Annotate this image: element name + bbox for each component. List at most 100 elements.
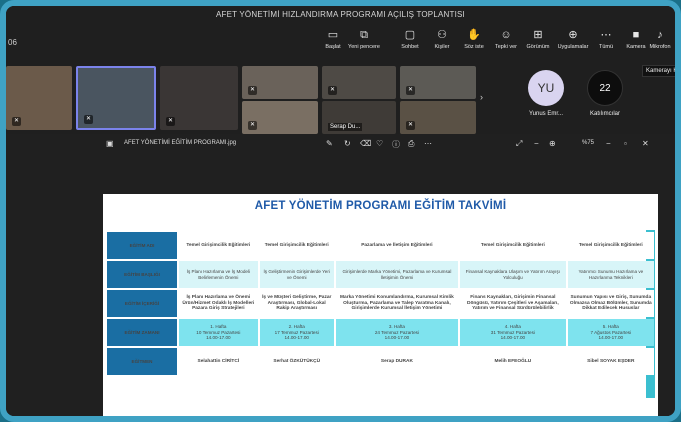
row-header: EĞİTİM ZAMANI [107,319,177,346]
schedule-cell: Finans Kaynakları, Girişimin Finansal Dö… [460,290,566,317]
toolbar-label: Kişiler [434,44,450,50]
schedule-row: EĞİTMEN Selahattin CİRİTCİ Serhat ÖZKÜTÜKÇ… [107,348,654,375]
zoom-level: %75 [582,140,595,146]
schedule-row: EĞİTİM ZAMANI 1. Hafta 10 Temmuz Pazartes… [107,319,654,346]
schedule-cell: 1. Hafta 10 Temmuz Pazartesi 14.00-17.00 [179,319,258,346]
file-name: AFET YÖNETİMİ EĞİTİM PROGRAMI.jpg [124,140,237,146]
schedule-cell: Temel Girişimcilik Eğitimleri [567,232,654,259]
participant-tile[interactable]: ✕ [322,66,396,99]
schedule-cell: Finansal Kaynaklara Ulaşım ve Yatırım Ar… [460,261,566,288]
toolbar-mic-button[interactable]: ♪ Mikrofon [643,28,675,52]
participant-tile[interactable]: ✕ [242,66,318,99]
mic-muted-icon: ✕ [406,86,415,95]
zoom-out-icon[interactable]: − [534,139,539,148]
cast-icon: ▭ [327,29,339,41]
fullscreen-icon[interactable]: ⤢ [516,139,522,149]
toolbar-new-window-button[interactable]: ⧉ Yeni pencere [347,28,381,52]
schedule-cell: İş Geliştirmenin Girişimlerde Yeri ve Ön… [259,261,334,288]
toolbar-label: Tümü [598,44,614,50]
mic-muted-icon: ✕ [248,121,257,130]
schedule-cell: Serap DURAK [335,348,459,375]
mic-muted-icon: ✕ [248,86,257,95]
rotate-icon[interactable]: ↻ [344,139,351,148]
toolbar-raise-hand-button[interactable]: ✋ Söz iste [457,28,491,52]
toolbar-more-button[interactable]: ⋯ Tümü [589,28,623,52]
schedule-cell: 3. Hafta 24 Temmuz Pazartesi 14.00-17.00 [335,319,459,346]
toolbar-label: Başlat [325,44,341,50]
mic-muted-icon: ✕ [84,115,93,124]
info-icon[interactable]: ⓘ [392,139,400,150]
participant-name: Serap Du... [328,123,363,131]
participant-tile-active-speaker[interactable]: ✕ [76,66,156,130]
zoom-in-icon[interactable]: ⊕ [549,139,556,148]
toolbar-chat-button[interactable]: ▢ Sohbet [393,28,427,52]
toolbar-cast-button[interactable]: ▭ Başlat [316,28,350,52]
mic-muted-icon: ✕ [166,117,175,126]
schedule-cell: Sibel SOYAK EŞDER [567,348,654,375]
schedule-cell: İş Planı Hazırlama ve İş Modeli Belirlem… [179,261,258,288]
participant-tile[interactable]: ✕ [242,101,318,134]
raise-hand-icon: ✋ [467,29,481,41]
schedule-cell: Yatırımcı Sunumu Hazırlama ve Hazırlanma… [567,261,654,288]
teams-window: AFET YÖNETİMİ HIZLANDIRMA PROGRAMI AÇILI… [0,0,681,422]
meeting-title: AFET YÖNETİMİ HIZLANDIRMA PROGRAMI AÇILI… [6,6,675,24]
toolbar-label: Tepki ver [494,44,517,50]
more-options-icon[interactable]: ⋯ [424,139,432,148]
schedule-image: AFET YÖNETİM PROGRAMI EĞİTİM TAKVİMİ EĞİ… [103,194,658,416]
chat-icon: ▢ [404,29,416,41]
schedule-cell: İş Planı Hazırlama ve Önemi Ürün/Hizmet … [179,290,258,317]
schedule-cell: İş ve Müşteri Geliştirme, Pazar Araştırm… [259,290,334,317]
schedule-cell: Temel Girişimcilik Eğitimleri [259,232,334,259]
participant-tile[interactable]: Serap Du... [322,101,396,134]
row-header: EĞİTİM BAŞLIĞI [107,261,177,288]
print-icon[interactable]: ⎙ [408,139,414,149]
image-file-icon: ▣ [106,139,114,148]
toolbar-label: Sohbet [401,44,419,50]
avatar: YU [528,70,564,106]
participants-count-tile[interactable]: 22 Katılımcılar [570,66,640,130]
close-icon[interactable]: ✕ [642,139,649,148]
mic-icon: ♪ [657,29,663,41]
toolbar-label: Uygulamalar [557,44,589,50]
edit-icon[interactable]: ✎ [326,139,333,148]
gallery-next-icon[interactable]: › [480,92,483,102]
react-icon: ☺ [500,29,512,41]
toolbar-label: Görünüm [526,44,550,50]
row-header: EĞİTİM İÇERİĞİ [107,290,177,317]
schedule-row: EĞİTİM ADI Temel Girişimcilik Eğitimleri T… [107,232,654,259]
schedule-cell: 5. Hafta 7 Ağustos Pazartesi 14.00-17.00 [567,319,654,346]
participant-tile[interactable]: ✕ [6,66,72,130]
minimize-icon[interactable]: − [606,139,611,148]
schedule-table: EĞİTİM ADI Temel Girişimcilik Eğitimleri T… [105,230,656,377]
schedule-row: EĞİTİM İÇERİĞİ İş Planı Hazırlama ve Önem… [107,290,654,317]
mic-muted-icon: ✕ [12,117,21,126]
participant-gallery: ✕ ✕ ✕ ✕ ✕ ✕ ✕ Serap Du... ✕ › YU Yunus E… [6,62,675,134]
image-viewer: AFET YÖNETİM PROGRAMI EĞİTİM TAKVİMİ EĞİ… [6,152,675,416]
mic-muted-icon: ✕ [406,121,415,130]
delete-icon[interactable]: ⌫ [360,139,371,148]
new-window-icon: ⧉ [360,29,368,41]
mic-muted-icon: ✕ [328,86,337,95]
schedule-cell: Selahattin CİRİTCİ [179,348,258,375]
schedule-cell: Melih EFEOĞLU [460,348,566,375]
participant-tile[interactable]: ✕ [400,66,476,99]
schedule-cell: Girişimlerde Marka Yönetimi, Pazarlama v… [335,261,459,288]
schedule-cell: Temel Girişimcilik Eğitimleri [460,232,566,259]
participant-tile[interactable]: ✕ [400,101,476,134]
toolbar-label: Söz iste [464,44,484,50]
toolbar-apps-button[interactable]: ⊕ Uygulamalar [556,28,590,52]
schedule-cell: Pazarlama ve İletişim Eğitimleri [335,232,459,259]
toolbar-react-button[interactable]: ☺ Tepki ver [489,28,523,52]
participant-count-badge: 22 [587,70,623,106]
favorite-icon[interactable]: ♡ [376,139,383,148]
schedule-cell: 2. Hafta 17 Temmuz Pazartesi 14.00-17.00 [259,319,334,346]
toolbar-label: Mikrofon [649,44,671,50]
schedule-cell: Temel Girişimcilik Eğitimleri [179,232,258,259]
schedule-cell: Serhat ÖZKÜTÜKÇÜ [259,348,334,375]
toolbar-people-button[interactable]: ⚇ Kişiler [425,28,459,52]
document-title: AFET YÖNETİM PROGRAMI EĞİTİM TAKVİMİ [254,200,507,212]
participant-tile[interactable]: ✕ [160,66,238,130]
view-icon: ⊞ [533,29,543,41]
maximize-icon[interactable]: ▫ [624,139,627,148]
toolbar-view-button[interactable]: ⊞ Görünüm [521,28,555,52]
